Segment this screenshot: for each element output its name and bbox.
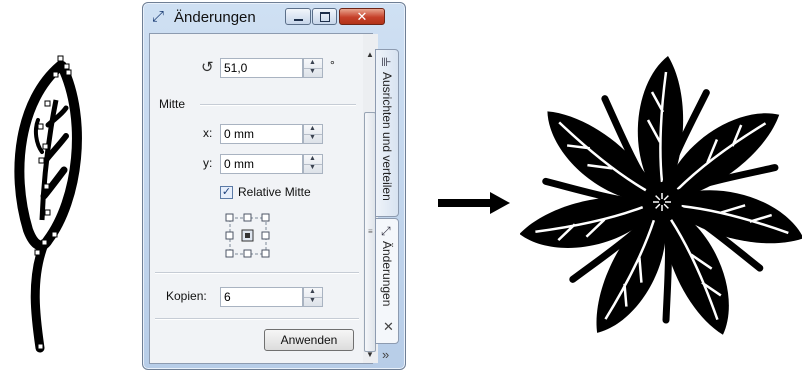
relative-center-label: Relative Mitte <box>238 185 311 199</box>
rotation-unit: ° <box>330 58 335 72</box>
copies-label: Kopien: <box>166 289 207 303</box>
tab-align-distribute-label: Ausrichten und verteilen <box>380 72 394 201</box>
scroll-up-icon[interactable]: ▲ <box>366 50 374 59</box>
copies-spinner[interactable]: ▲ ▼ <box>303 287 323 307</box>
close-button[interactable]: ✕ <box>339 8 385 25</box>
transform-icon: ⤢ <box>152 8 165 25</box>
relative-center-checkbox[interactable]: ✓ <box>220 186 233 199</box>
title-bar[interactable]: ⤢ Änderungen ✕ <box>143 3 405 31</box>
center-y-spinner[interactable]: ▲ ▼ <box>303 154 323 174</box>
spin-down-icon: ▼ <box>309 297 316 304</box>
transform-docker-window: ⤢ Änderungen ✕ ↺ 51,0 ▲ ▼ ° Mitte x: 0 m… <box>142 2 406 370</box>
close-icon: ✕ <box>356 8 368 24</box>
minimize-icon <box>293 18 303 21</box>
leaf-rosette-drawing <box>520 56 802 335</box>
scroll-down-icon[interactable]: ▼ <box>366 350 374 359</box>
grip-icon: ≡ <box>368 227 373 236</box>
rotation-spinner[interactable]: ▲ ▼ <box>303 58 323 78</box>
transform-panel: ↺ 51,0 ▲ ▼ ° Mitte x: 0 mm ▲ ▼ y: 0 mm ▲… <box>149 33 378 364</box>
apply-divider <box>155 318 359 320</box>
result-arrow-shaft <box>438 199 492 207</box>
window-title: Änderungen <box>174 9 256 26</box>
maximize-button[interactable] <box>312 8 337 25</box>
rosette-center <box>648 188 676 216</box>
apply-button[interactable]: Anwenden <box>264 329 354 351</box>
spin-up-icon: ▲ <box>309 288 316 295</box>
tab-align-distribute[interactable]: ⊪ Ausrichten und verteilen <box>375 49 399 217</box>
y-label: y: <box>203 156 213 170</box>
spin-up-icon: ▲ <box>309 59 316 66</box>
result-arrow-icon <box>490 192 510 214</box>
close-docker-icon[interactable]: ✕ <box>383 319 394 335</box>
spin-up-icon: ▲ <box>309 125 316 132</box>
more-tabs-icon[interactable]: » <box>382 347 389 362</box>
spin-down-icon: ▼ <box>309 164 316 171</box>
minimize-button[interactable] <box>285 8 311 25</box>
center-x-spinner[interactable]: ▲ ▼ <box>303 124 323 144</box>
spin-down-icon: ▼ <box>309 68 316 75</box>
copies-input[interactable]: 6 <box>220 287 303 307</box>
anchor-position-grid[interactable] <box>224 212 272 260</box>
leaf-drawing <box>14 55 82 353</box>
spin-down-icon: ▼ <box>309 134 316 141</box>
transform-tab-icon: ⤢ <box>381 224 391 238</box>
x-label: x: <box>203 126 213 140</box>
rotation-angle-input[interactable]: 51,0 <box>220 58 303 78</box>
center-x-input[interactable]: 0 mm <box>220 124 303 144</box>
center-divider <box>200 104 356 106</box>
center-heading: Mitte <box>159 97 186 111</box>
spin-up-icon: ▲ <box>309 155 316 162</box>
copies-divider <box>155 272 359 274</box>
center-y-input[interactable]: 0 mm <box>220 154 303 174</box>
maximize-icon <box>319 11 330 22</box>
align-icon: ⊪ <box>381 55 392 69</box>
rotate-icon: ↺ <box>201 59 214 76</box>
tab-transform-label: Änderungen <box>380 241 394 307</box>
